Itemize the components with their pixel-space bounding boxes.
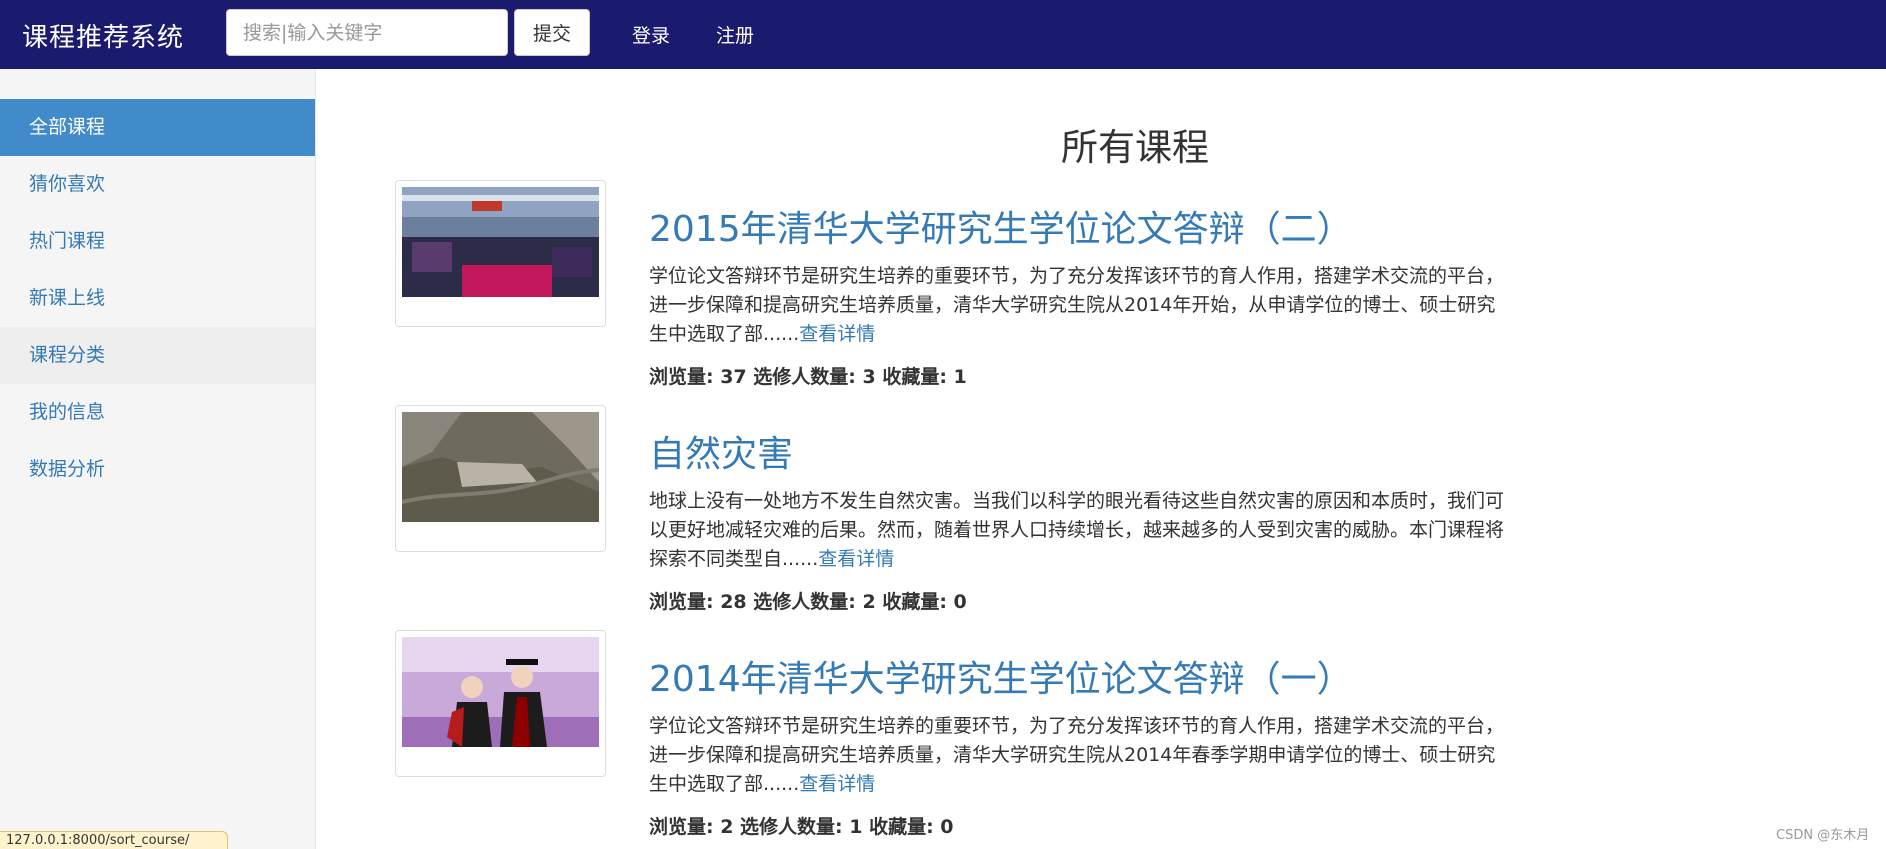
sidebar: 全部课程 猜你喜欢 热门课程 新课上线 课程分类 我的信息 数据分析 [0, 69, 316, 849]
graduation-ceremony-image [402, 187, 599, 297]
register-link[interactable]: 注册 [716, 21, 754, 48]
submit-button[interactable]: 提交 [514, 9, 590, 56]
sidebar-item-data-analysis[interactable]: 数据分析 [0, 441, 315, 498]
course-thumbnail[interactable] [395, 630, 606, 777]
sidebar-menu: 全部课程 猜你喜欢 热门课程 新课上线 课程分类 我的信息 数据分析 [0, 99, 315, 498]
degree-conferral-image [402, 637, 599, 747]
course-stats: 浏览量: 37 选修人数量: 3 收藏量: 1 [649, 366, 967, 388]
course-card: 2015年清华大学研究生学位论文答辩（二） 学位论文答辩环节是研究生培养的重要环… [395, 180, 1505, 388]
course-description: 地球上没有一处地方不发生自然灾害。当我们以科学的眼光看待这些自然灾害的原因和本质… [649, 487, 1505, 574]
course-card: 自然灾害 地球上没有一处地方不发生自然灾害。当我们以科学的眼光看待这些自然灾害的… [395, 405, 1505, 613]
course-stats: 浏览量: 28 选修人数量: 2 收藏量: 0 [649, 591, 967, 613]
sidebar-item-recommended[interactable]: 猜你喜欢 [0, 156, 315, 213]
watermark-text: CSDN @东木月 [1776, 828, 1870, 843]
sidebar-item-categories[interactable]: 课程分类 [0, 327, 315, 384]
sidebar-item-my-info[interactable]: 我的信息 [0, 384, 315, 441]
page-title: 所有课程 [1061, 126, 1209, 169]
sidebar-item-popular[interactable]: 热门课程 [0, 213, 315, 270]
course-description: 学位论文答辩环节是研究生培养的重要环节，为了充分发挥该环节的育人作用，搭建学术交… [649, 712, 1505, 799]
course-description: 学位论文答辩环节是研究生培养的重要环节，为了充分发挥该环节的育人作用，搭建学术交… [649, 262, 1505, 349]
top-navbar: 课程推荐系统 提交 登录 注册 [0, 0, 1886, 69]
course-title[interactable]: 自然灾害 [649, 425, 793, 477]
course-thumbnail[interactable] [395, 180, 606, 327]
course-stats: 浏览量: 2 选修人数量: 1 收藏量: 0 [649, 816, 954, 838]
login-link[interactable]: 登录 [632, 21, 670, 48]
course-title[interactable]: 2014年清华大学研究生学位论文答辩（一） [649, 650, 1353, 702]
search-input[interactable] [226, 9, 508, 56]
mountain-valley-image [402, 412, 599, 522]
view-details-link[interactable]: 查看详情 [799, 773, 875, 795]
status-bar-url: 127.0.0.1:8000/sort_course/ [0, 831, 228, 849]
sidebar-item-all-courses[interactable]: 全部课程 [0, 99, 315, 156]
course-thumbnail[interactable] [395, 405, 606, 552]
view-details-link[interactable]: 查看详情 [818, 548, 894, 570]
course-description-text: 学位论文答辩环节是研究生培养的重要环节，为了充分发挥该环节的育人作用，搭建学术交… [649, 715, 1505, 795]
sidebar-item-new-courses[interactable]: 新课上线 [0, 270, 315, 327]
view-details-link[interactable]: 查看详情 [799, 323, 875, 345]
course-description-text: 学位论文答辩环节是研究生培养的重要环节，为了充分发挥该环节的育人作用，搭建学术交… [649, 265, 1505, 345]
brand-title[interactable]: 课程推荐系统 [22, 17, 184, 54]
course-card: 2014年清华大学研究生学位论文答辩（一） 学位论文答辩环节是研究生培养的重要环… [395, 630, 1505, 838]
course-title[interactable]: 2015年清华大学研究生学位论文答辩（二） [649, 200, 1353, 252]
course-description-text: 地球上没有一处地方不发生自然灾害。当我们以科学的眼光看待这些自然灾害的原因和本质… [649, 490, 1505, 570]
